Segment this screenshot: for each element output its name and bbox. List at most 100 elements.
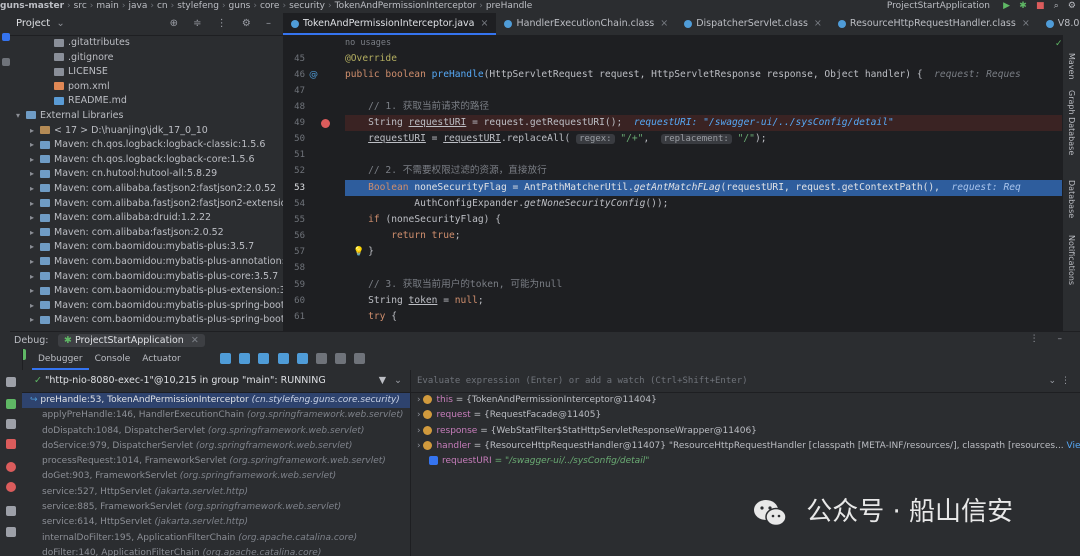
chevron-right-icon[interactable]: ▸	[30, 226, 40, 241]
chevron-down-icon[interactable]: ⌄	[56, 18, 64, 29]
stack-frame[interactable]: applyPreHandle:146, HandlerExecutionChai…	[22, 408, 410, 423]
stack-frame[interactable]: doFilter:140, ApplicationFilterChain (or…	[22, 546, 410, 556]
database-tool[interactable]: Database	[1067, 180, 1076, 218]
tree-item[interactable]: ▸ Maven: com.alibaba.fastjson2:fastjson2:…	[10, 182, 283, 197]
chevron-right-icon[interactable]: ▸	[30, 313, 40, 328]
variable-list[interactable]: › this = {TokenAndPermissionInterceptor@…	[411, 393, 1080, 469]
code-editor[interactable]: 45 46 47 48 49 50 51 52 53 54 55 56 57 58 59 60 61 no us…	[283, 35, 1062, 331]
breadcrumb-item[interactable]: stylefeng	[177, 0, 219, 13]
variable-row[interactable]: › request = {RequestFacade@11405}	[411, 408, 1080, 423]
breadcrumb-item[interactable]: cn	[157, 0, 168, 13]
override-marker-icon[interactable]: @	[309, 70, 318, 80]
editor-tab[interactable]: ResourceHttpRequestHandler.class ×	[830, 13, 1038, 35]
thread-selector[interactable]: ✓ "http-nio-8080-exec-1"@10,215 in group…	[22, 370, 410, 393]
debug-tab[interactable]: Console	[89, 349, 137, 370]
mute-breakpoints-icon[interactable]	[6, 482, 16, 492]
project-tool-icon[interactable]	[2, 33, 10, 41]
tree-item[interactable]: ▸ Maven: ch.qos.logback:logback-core:1.5.…	[10, 153, 283, 168]
step-into-icon[interactable]	[258, 353, 270, 364]
variable-row[interactable]: › handler = {ResourceHttpRequestHandler@…	[411, 439, 1080, 454]
close-icon[interactable]: ×	[814, 18, 822, 29]
tree-item[interactable]: ▸ Maven: com.baomidou:mybatis-plus-spring…	[10, 299, 283, 314]
breadcrumb-item[interactable]: preHandle	[486, 0, 533, 13]
camera-icon[interactable]	[6, 506, 16, 516]
breadcrumb-item[interactable]: java	[128, 0, 147, 13]
tree-item[interactable]: ▸ Maven: com.baomidou:mybatis-plus:3.5.7	[10, 240, 283, 255]
settings-icon[interactable]: ⚙	[1068, 0, 1076, 13]
wrench-icon[interactable]	[6, 377, 16, 387]
project-title[interactable]: Project	[16, 18, 50, 29]
breadcrumb-item[interactable]: guns	[229, 0, 251, 13]
tree-item[interactable]: LICENSE	[10, 65, 283, 80]
chevron-down-icon[interactable]: ⌄	[1048, 370, 1056, 392]
chevron-right-icon[interactable]: ▸	[30, 167, 40, 182]
tree-item[interactable]: ▸ Maven: com.alibaba:druid:1.2.22	[10, 211, 283, 226]
stack-frame[interactable]: ↪ preHandle:53, TokenAndPermissionInterc…	[22, 393, 410, 409]
stack-frame[interactable]: processRequest:1014, FrameworkServlet (o…	[22, 454, 410, 469]
debug-icon[interactable]: ✱	[1019, 0, 1027, 13]
breadcrumb-item[interactable]: security	[289, 0, 325, 13]
stack-frame[interactable]: service:885, FrameworkServlet (org.sprin…	[22, 500, 410, 515]
variable-row[interactable]: › this = {TokenAndPermissionInterceptor@…	[411, 393, 1080, 408]
debug-panel-tools[interactable]: ⋮ –	[1030, 334, 1070, 344]
resume-icon[interactable]	[6, 399, 16, 409]
breakpoint-icon[interactable]	[321, 119, 330, 128]
editor-tab[interactable]: DispatcherServlet.class ×	[676, 13, 830, 35]
maven-tool[interactable]: Maven	[1067, 53, 1076, 80]
variable-row[interactable]: requestURI = "/swagger-ui/../sysConfig/d…	[411, 454, 1080, 469]
expand-icon[interactable]: ⋮	[1061, 370, 1070, 392]
tree-item[interactable]: ▸ Maven: com.alibaba:fastjson:2.0.52	[10, 226, 283, 241]
debug-tab[interactable]: Debugger	[32, 349, 89, 370]
close-icon[interactable]: ×	[481, 18, 489, 29]
tree-item[interactable]: ▸ < 17 > D:\huanjing\jdk_17_0_10	[10, 124, 283, 139]
chevron-right-icon[interactable]: ▸	[30, 240, 40, 255]
commit-tool-icon[interactable]	[2, 58, 10, 66]
chevron-right-icon[interactable]: ▸	[30, 182, 40, 197]
tree-item[interactable]: ▸ Maven: com.alibaba.fastjson2:fastjson2-…	[10, 197, 283, 212]
breadcrumb-item[interactable]: guns-master	[0, 0, 64, 13]
tree-item[interactable]: ▸ Maven: com.baomidou:mybatis-plus-extens…	[10, 284, 283, 299]
graph-database-tool[interactable]: Graph Database	[1067, 90, 1076, 155]
tree-item[interactable]: .gitattributes	[10, 36, 283, 51]
run-config-selector[interactable]: ProjectStartApplication	[887, 0, 990, 13]
project-panel-tools[interactable]: ⊕ ≑ ⋮ ⚙ –	[170, 13, 277, 35]
run-to-cursor-icon[interactable]	[315, 353, 327, 364]
filter-icon[interactable]: ▼	[379, 370, 386, 392]
tree-item[interactable]: ▸ Maven: cn.hutool:hutool-all:5.8.29	[10, 167, 283, 182]
chevron-down-icon[interactable]: ▾	[16, 109, 26, 124]
chevron-right-icon[interactable]: ▸	[30, 299, 40, 314]
lightbulb-icon[interactable]: 💡	[353, 247, 364, 257]
pause-icon[interactable]	[6, 419, 16, 429]
stack-frame[interactable]: service:614, HttpServlet (jakarta.servle…	[22, 515, 410, 530]
more-icon[interactable]	[354, 353, 366, 364]
chevron-down-icon[interactable]: ⌄	[394, 370, 402, 392]
view-link[interactable]: View	[1067, 441, 1080, 451]
editor-tab[interactable]: V8.0.0_2×	[1038, 13, 1080, 35]
chevron-right-icon[interactable]: ▸	[30, 124, 40, 139]
show-execution-point-icon[interactable]	[220, 353, 231, 364]
tree-item[interactable]: ▸ Maven: com.baomidou:mybatis-plus-core:3…	[10, 270, 283, 285]
tree-item[interactable]: README.md	[10, 94, 283, 109]
editor-tab[interactable]: TokenAndPermissionInterceptor.java ×	[283, 13, 497, 35]
chevron-right-icon[interactable]: ▸	[30, 138, 40, 153]
stack-frame[interactable]: service:527, HttpServlet (jakarta.servle…	[22, 485, 410, 500]
view-breakpoints-icon[interactable]	[6, 462, 16, 472]
stack-frame[interactable]: doGet:903, FrameworkServlet (org.springf…	[22, 469, 410, 484]
close-icon[interactable]: ×	[1022, 18, 1030, 29]
evaluate-expression-field[interactable]: Evaluate expression (Enter) or add a wat…	[411, 370, 1080, 393]
evaluate-icon[interactable]	[335, 353, 347, 364]
tree-item[interactable]: ▸ Maven: com.baomidou:mybatis-plus-annota…	[10, 255, 283, 270]
chevron-right-icon[interactable]: ▸	[30, 270, 40, 285]
tree-item[interactable]: ▸ Maven: ch.qos.logback:logback-classic:1…	[10, 138, 283, 153]
chevron-right-icon[interactable]: ▸	[30, 153, 40, 168]
usages-hint[interactable]: no usages	[345, 35, 1062, 51]
tree-item[interactable]: ▾ External Libraries	[10, 109, 283, 124]
variable-row[interactable]: › response = {WebStatFilter$StatHttpServ…	[411, 424, 1080, 439]
breadcrumb[interactable]: guns-master › src › main › java › cn › stylefeng › g…	[0, 0, 535, 13]
tree-item[interactable]: ▸ Maven: com.baomidou:mybatis-plus-spring…	[10, 313, 283, 328]
stack-frame[interactable]: internalDoFilter:195, ApplicationFilterC…	[22, 531, 410, 546]
chevron-right-icon[interactable]: ▸	[30, 211, 40, 226]
chevron-right-icon[interactable]: ▸	[30, 284, 40, 299]
force-step-into-icon[interactable]	[277, 353, 289, 364]
close-icon[interactable]: ×	[660, 18, 668, 29]
